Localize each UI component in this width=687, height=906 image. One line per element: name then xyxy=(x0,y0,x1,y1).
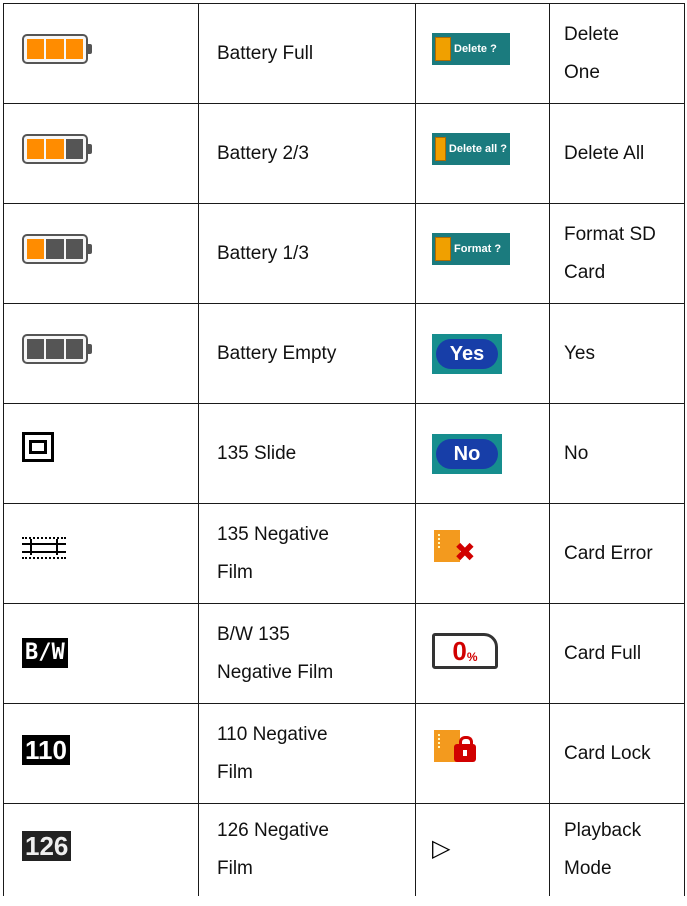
status-label: Delete All xyxy=(564,142,645,164)
battery-full-icon xyxy=(22,34,92,64)
status-label: B/W 135 Negative Film xyxy=(217,623,334,683)
delete-one-icon: Delete ? xyxy=(432,32,510,65)
status-label: 135 Slide xyxy=(217,442,297,464)
table-row: Battery Empty Yes Yes xyxy=(3,303,685,404)
status-label: Card Lock xyxy=(564,742,651,764)
status-label: Card Error xyxy=(564,542,653,564)
status-label: Format SD Card xyxy=(564,223,656,283)
status-label: Playback Mode xyxy=(564,819,642,879)
status-label: 110 Negative Film xyxy=(217,723,328,783)
slide-icon xyxy=(22,431,54,462)
status-label: Battery 1/3 xyxy=(217,242,309,264)
battery-empty-icon xyxy=(22,334,92,364)
status-label: Delete One xyxy=(564,23,619,83)
negative-film-icon xyxy=(22,532,66,562)
icon-legend-table: Battery Full Delete ? Delete One Battery… xyxy=(3,3,685,896)
table-row: Battery Full Delete ? Delete One xyxy=(3,3,685,104)
status-label: Battery 2/3 xyxy=(217,142,309,164)
card-error-icon: ✖ xyxy=(432,528,484,566)
delete-all-icon: Delete all ? xyxy=(432,132,510,165)
playback-icon: ▷ xyxy=(432,834,451,863)
table-row: 110 110 Negative Film Card Lock xyxy=(3,703,685,804)
table-row: 126 126 Negative Film ▷ Playback Mode xyxy=(3,803,685,896)
status-label: Yes xyxy=(564,342,595,364)
film-126-icon: 126 xyxy=(22,830,72,861)
yes-icon: Yes xyxy=(432,333,502,374)
status-label: Battery Empty xyxy=(217,342,337,364)
battery-one-third-icon xyxy=(22,234,92,264)
card-full-icon: 0% xyxy=(432,633,498,669)
card-lock-icon xyxy=(432,728,484,766)
status-label: 135 Negative Film xyxy=(217,523,329,583)
table-row: B/W B/W 135 Negative Film 0% Card Full xyxy=(3,603,685,704)
bw-icon: B/W xyxy=(22,637,68,668)
film-110-icon: 110 xyxy=(22,734,70,765)
format-sd-icon: Format ? xyxy=(432,232,510,265)
status-label: Card Full xyxy=(564,642,642,664)
status-label: No xyxy=(564,442,589,464)
status-label: 126 Negative Film xyxy=(217,819,329,879)
table-row: 135 Negative Film ✖ Card Error xyxy=(3,503,685,604)
status-label: Battery Full xyxy=(217,42,314,64)
table-row: Battery 1/3 Format ? Format SD Card xyxy=(3,203,685,304)
no-icon: No xyxy=(432,433,502,474)
battery-two-thirds-icon xyxy=(22,134,92,164)
table-row: 135 Slide No No xyxy=(3,403,685,504)
table-row: Battery 2/3 Delete all ? Delete All xyxy=(3,103,685,204)
